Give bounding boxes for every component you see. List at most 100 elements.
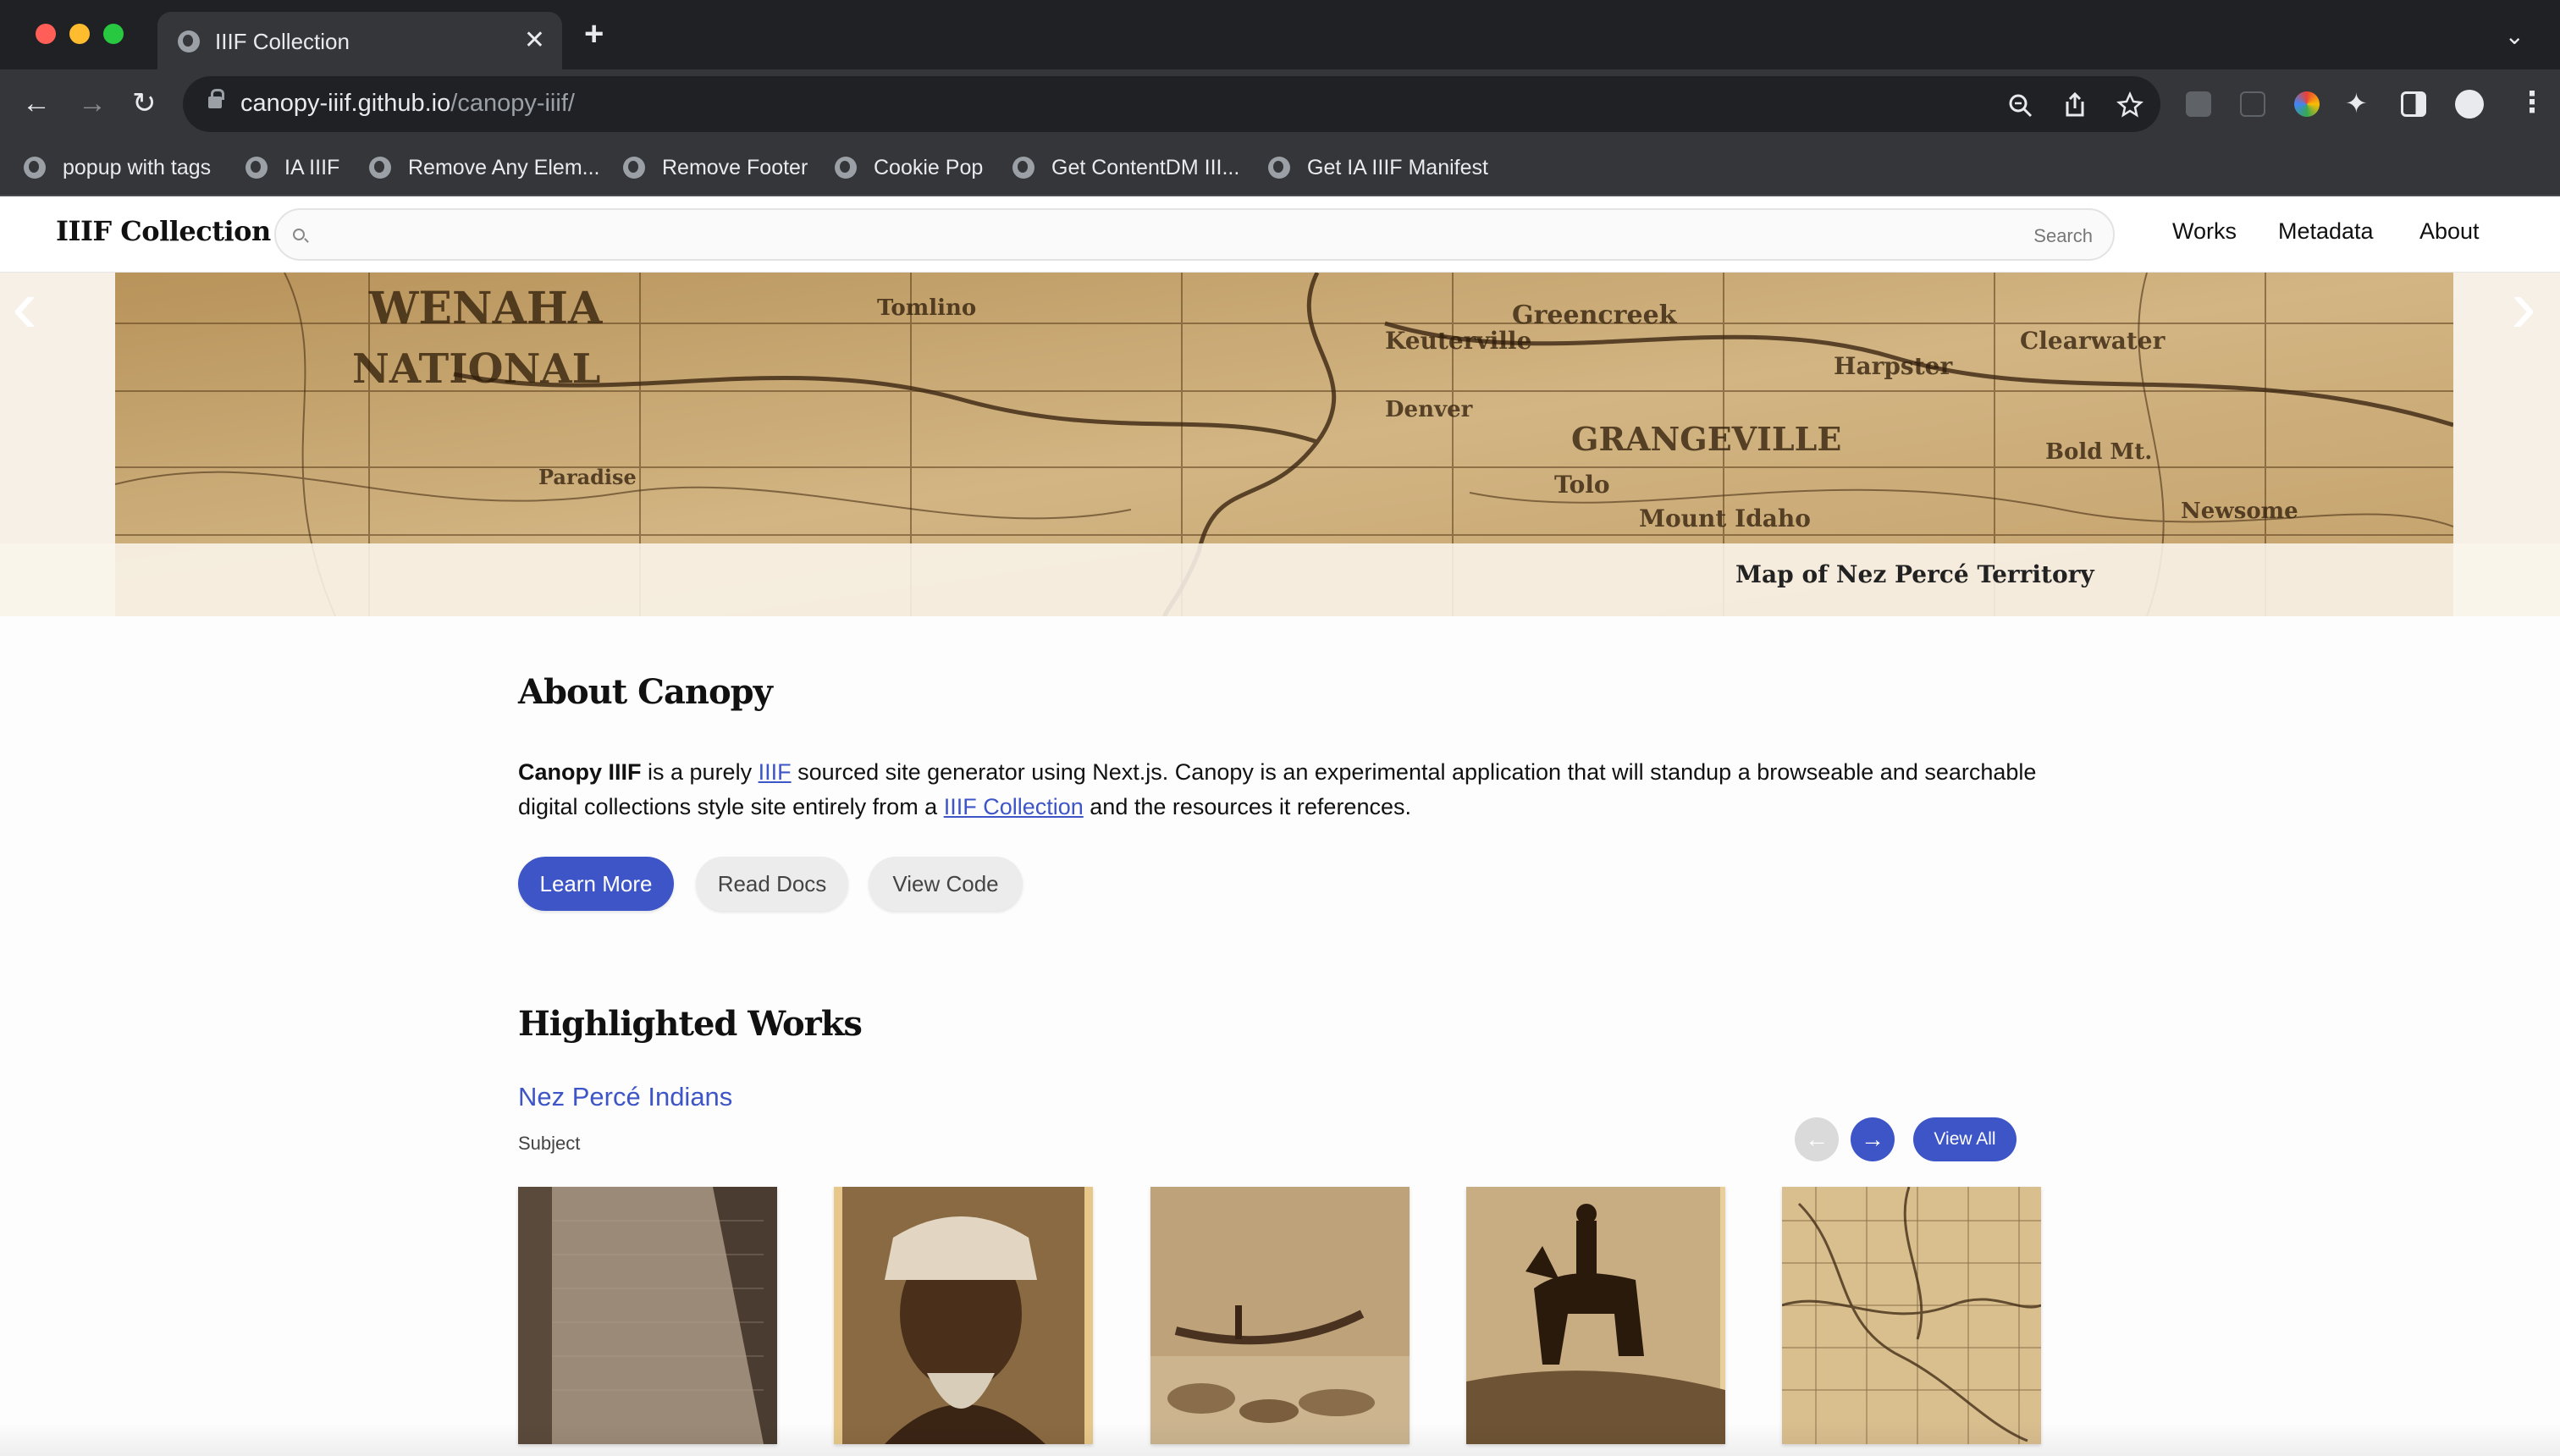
hero-prev-chevron-icon[interactable]: ‹ xyxy=(12,273,37,345)
browser-toolbar: ← → ↻ canopy-iiif.github.io/canopy-iiif/… xyxy=(0,69,2560,139)
bookmark-label: Remove Footer xyxy=(662,155,808,179)
side-panel-icon[interactable] xyxy=(2401,91,2426,117)
book-cover-image xyxy=(518,1187,777,1444)
bookmark-item[interactable]: Get IA IIIF Manifest xyxy=(1268,151,1488,185)
about-description: Canopy IIIF is a purely IIIF sourced sit… xyxy=(518,755,2042,825)
work-thumbnail[interactable] xyxy=(834,1187,1093,1444)
bookmark-item[interactable]: Remove Any Elem... xyxy=(369,151,599,185)
bottom-shadow xyxy=(0,1422,2560,1456)
globe-icon xyxy=(1268,157,1290,179)
globe-icon xyxy=(178,30,200,52)
hero-slider: WENAHA NATIONAL GRANGEVILLE Greencreek K… xyxy=(0,273,2560,616)
about-heading: About Canopy xyxy=(518,672,773,712)
bookmark-item[interactable]: popup with tags xyxy=(24,151,211,185)
site-logo[interactable]: IIIF Collection xyxy=(56,215,271,247)
zoom-icon[interactable] xyxy=(2008,93,2033,119)
svg-text:Denver: Denver xyxy=(1385,397,1473,422)
search-input[interactable]: Search xyxy=(274,208,2115,261)
view-code-button[interactable]: View Code xyxy=(869,857,1023,911)
site-header: IIIF Collection Search Works Metadata Ab… xyxy=(0,196,2560,273)
chevron-down-icon[interactable]: ⌄ xyxy=(2505,22,2524,50)
bookmark-item[interactable]: Cookie Pop xyxy=(835,151,983,185)
search-icon xyxy=(293,229,305,240)
bookmark-label: Cookie Pop xyxy=(874,155,984,179)
bookmark-label: IA IIIF xyxy=(284,155,340,179)
iiif-collection-link[interactable]: IIIF Collection xyxy=(944,794,1084,819)
highlighted-works-heading: Highlighted Works xyxy=(518,1004,863,1044)
address-bar[interactable]: canopy-iiif.github.io/canopy-iiif/ xyxy=(183,76,2160,132)
bookmark-label: Remove Any Elem... xyxy=(408,155,600,179)
browser-tab[interactable]: IIIF Collection ✕ xyxy=(157,12,562,69)
bookmark-item[interactable]: Get ContentDM III... xyxy=(1012,151,1239,185)
new-tab-button[interactable]: + xyxy=(584,17,604,51)
next-arrow-button[interactable]: → xyxy=(1851,1117,1895,1161)
json-extension-icon[interactable] xyxy=(2240,91,2265,117)
search-button[interactable]: Search xyxy=(2033,225,2093,247)
svg-text:NATIONAL: NATIONAL xyxy=(352,345,600,393)
forward-arrow-icon[interactable]: → xyxy=(78,86,107,120)
star-icon[interactable] xyxy=(2116,91,2143,119)
svg-text:Clearwater: Clearwater xyxy=(2020,327,2166,355)
about-text-1: is a purely xyxy=(641,759,759,785)
portrait-image xyxy=(834,1187,1093,1444)
globe-icon xyxy=(24,157,46,179)
reload-icon[interactable]: ↻ xyxy=(132,86,157,120)
bookmarks-bar: popup with tags IA IIIF Remove Any Elem.… xyxy=(0,139,2560,196)
work-thumbnail[interactable] xyxy=(1466,1187,1725,1444)
svg-text:GRANGEVILLE: GRANGEVILLE xyxy=(1571,420,1841,458)
url-text[interactable]: canopy-iiif.github.io/canopy-iiif/ xyxy=(240,90,575,118)
window-zoom-button[interactable] xyxy=(103,24,124,44)
lock-icon xyxy=(208,89,224,108)
work-thumbnail[interactable] xyxy=(518,1187,777,1444)
nav-works[interactable]: Works xyxy=(2172,218,2237,245)
horseman-photo-image xyxy=(1466,1187,1725,1444)
iiif-link[interactable]: IIIF xyxy=(759,759,792,785)
tab-close-icon[interactable]: ✕ xyxy=(524,25,545,56)
window-minimize-button[interactable] xyxy=(69,24,90,44)
collection-label: Subject xyxy=(518,1133,581,1154)
work-thumbnail[interactable] xyxy=(1150,1187,1410,1444)
url-host: canopy-iiif.github.io xyxy=(240,90,451,117)
hypothesis-extension-icon[interactable] xyxy=(2186,91,2211,117)
read-docs-button[interactable]: Read Docs xyxy=(696,857,848,911)
about-bold: Canopy IIIF xyxy=(518,759,642,785)
about-text-3: and the resources it references. xyxy=(1083,794,1411,819)
globe-icon xyxy=(1012,157,1034,179)
hero-caption-bar xyxy=(0,543,2560,616)
map-thumbnail-image xyxy=(1782,1187,2041,1444)
svg-text:Newsome: Newsome xyxy=(2181,499,2298,524)
more-menu-icon[interactable]: ⋮ xyxy=(2518,86,2546,119)
svg-text:Tomlino: Tomlino xyxy=(877,295,976,321)
browser-tab-bar: IIIF Collection ✕ + ⌄ xyxy=(0,0,2560,69)
prev-arrow-button[interactable]: ← xyxy=(1795,1117,1839,1161)
view-all-button[interactable]: View All xyxy=(1913,1117,2017,1161)
bookmark-item[interactable]: IA IIIF xyxy=(246,151,339,185)
work-thumbnail[interactable] xyxy=(1782,1187,2041,1444)
window-close-button[interactable] xyxy=(36,24,56,44)
svg-text:Paradise: Paradise xyxy=(538,465,637,489)
svg-text:Keuterville: Keuterville xyxy=(1385,327,1531,355)
url-path: /canopy-iiif/ xyxy=(450,90,575,117)
color-extension-icon[interactable] xyxy=(2294,91,2320,117)
hero-next-chevron-icon[interactable]: › xyxy=(2511,273,2536,345)
puzzle-icon[interactable]: ✦ xyxy=(2345,86,2368,120)
collection-title-link[interactable]: Nez Percé Indians xyxy=(518,1082,732,1112)
back-arrow-icon[interactable]: ← xyxy=(22,86,51,120)
nav-about[interactable]: About xyxy=(2419,218,2480,245)
svg-text:Tolo: Tolo xyxy=(1554,471,1610,499)
globe-icon xyxy=(246,157,268,179)
svg-text:Mount Idaho: Mount Idaho xyxy=(1639,505,1811,532)
hero-caption: Map of Nez Percé Territory xyxy=(1735,560,2094,588)
nav-metadata[interactable]: Metadata xyxy=(2278,218,2374,245)
learn-more-button[interactable]: Learn More xyxy=(518,857,674,911)
svg-text:Greencreek: Greencreek xyxy=(1512,301,1678,330)
bookmark-label: Get ContentDM III... xyxy=(1051,155,1240,179)
bookmark-item[interactable]: Remove Footer xyxy=(623,151,808,185)
bookmark-label: Get IA IIIF Manifest xyxy=(1307,155,1488,179)
globe-icon xyxy=(369,157,391,179)
tab-title: IIIF Collection xyxy=(215,29,350,54)
profile-icon[interactable] xyxy=(2455,90,2484,119)
svg-text:Harpster: Harpster xyxy=(1834,352,1953,380)
bookmark-label: popup with tags xyxy=(63,155,212,179)
share-icon[interactable] xyxy=(2062,91,2088,119)
